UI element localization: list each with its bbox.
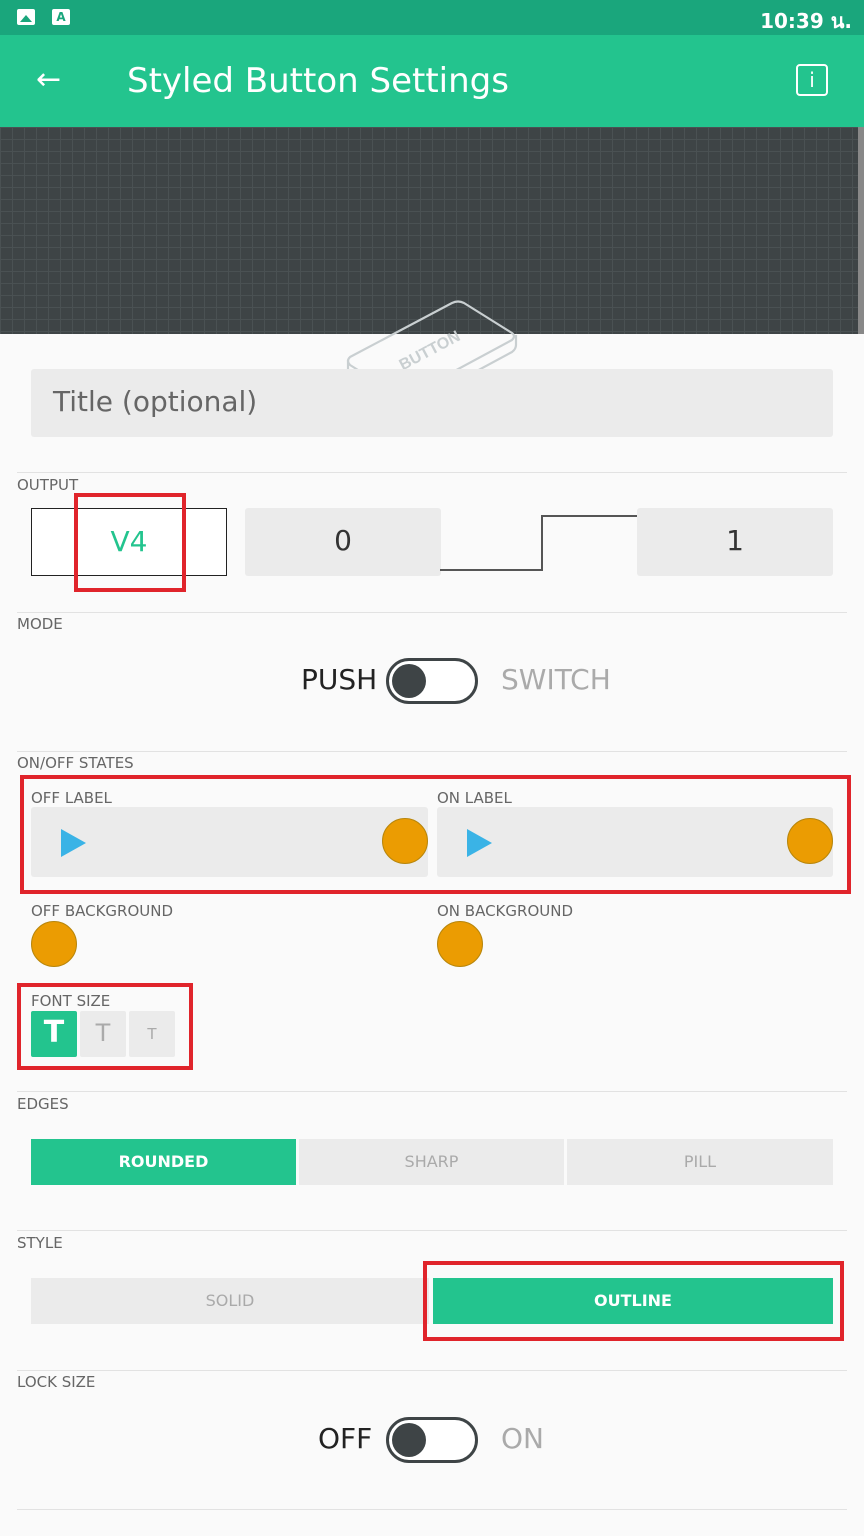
on-background-color-picker[interactable]	[437, 921, 483, 967]
mode-toggle[interactable]	[386, 658, 478, 704]
off-background-color-picker[interactable]	[31, 921, 77, 967]
output-max-value[interactable]: 1	[637, 508, 833, 576]
title-input-placeholder: Title (optional)	[53, 385, 258, 418]
page-title: Styled Button Settings	[127, 61, 509, 101]
output-min-value[interactable]: 0	[245, 508, 441, 576]
edges-sharp-button[interactable]: SHARP	[299, 1139, 564, 1185]
highlight-box	[74, 493, 186, 592]
back-arrow-icon[interactable]: ←	[36, 63, 61, 97]
states-section-label: ON/OFF STATES	[17, 754, 134, 772]
style-section-label: STYLE	[17, 1234, 63, 1252]
divider	[17, 751, 847, 752]
mode-push-label: PUSH	[301, 663, 378, 696]
divider	[17, 1509, 847, 1510]
app-notification-icon: A	[52, 9, 70, 25]
on-background-caption: ON BACKGROUND	[437, 902, 573, 920]
highlight-box	[423, 1261, 844, 1341]
lock-size-section-label: LOCK SIZE	[17, 1373, 96, 1391]
output-section-label: OUTPUT	[17, 476, 79, 494]
divider	[17, 1370, 847, 1371]
divider	[17, 1230, 847, 1231]
app-bar: ← Styled Button Settings i	[0, 35, 864, 127]
edges-rounded-button[interactable]: ROUNDED	[31, 1139, 296, 1185]
step-signal-icon	[440, 515, 638, 571]
divider	[17, 472, 847, 473]
divider	[17, 612, 847, 613]
title-input[interactable]: Title (optional)	[31, 369, 833, 437]
image-notification-icon	[17, 9, 35, 25]
toggle-knob	[392, 1423, 426, 1457]
widget-preview: BUTTON	[0, 127, 864, 410]
divider	[17, 1091, 847, 1092]
edges-section-label: EDGES	[17, 1095, 69, 1113]
highlight-box	[17, 983, 193, 1070]
off-background-caption: OFF BACKGROUND	[31, 902, 174, 920]
lock-size-off-label: OFF	[318, 1422, 373, 1455]
toggle-knob	[392, 664, 426, 698]
edges-pill-button[interactable]: PILL	[567, 1139, 833, 1185]
mode-switch-label: SWITCH	[501, 663, 611, 696]
lock-size-toggle[interactable]	[386, 1417, 478, 1463]
status-bar: A 10:39 น.	[0, 0, 864, 35]
status-time: 10:39 น.	[760, 9, 852, 33]
mode-section-label: MODE	[17, 615, 63, 633]
scrollbar[interactable]	[858, 127, 864, 334]
button-illustration-label: BUTTON	[397, 328, 464, 374]
lock-size-on-label: ON	[501, 1422, 544, 1455]
style-solid-button[interactable]: SOLID	[31, 1278, 429, 1324]
highlight-box	[20, 775, 851, 894]
info-icon[interactable]: i	[796, 64, 828, 96]
